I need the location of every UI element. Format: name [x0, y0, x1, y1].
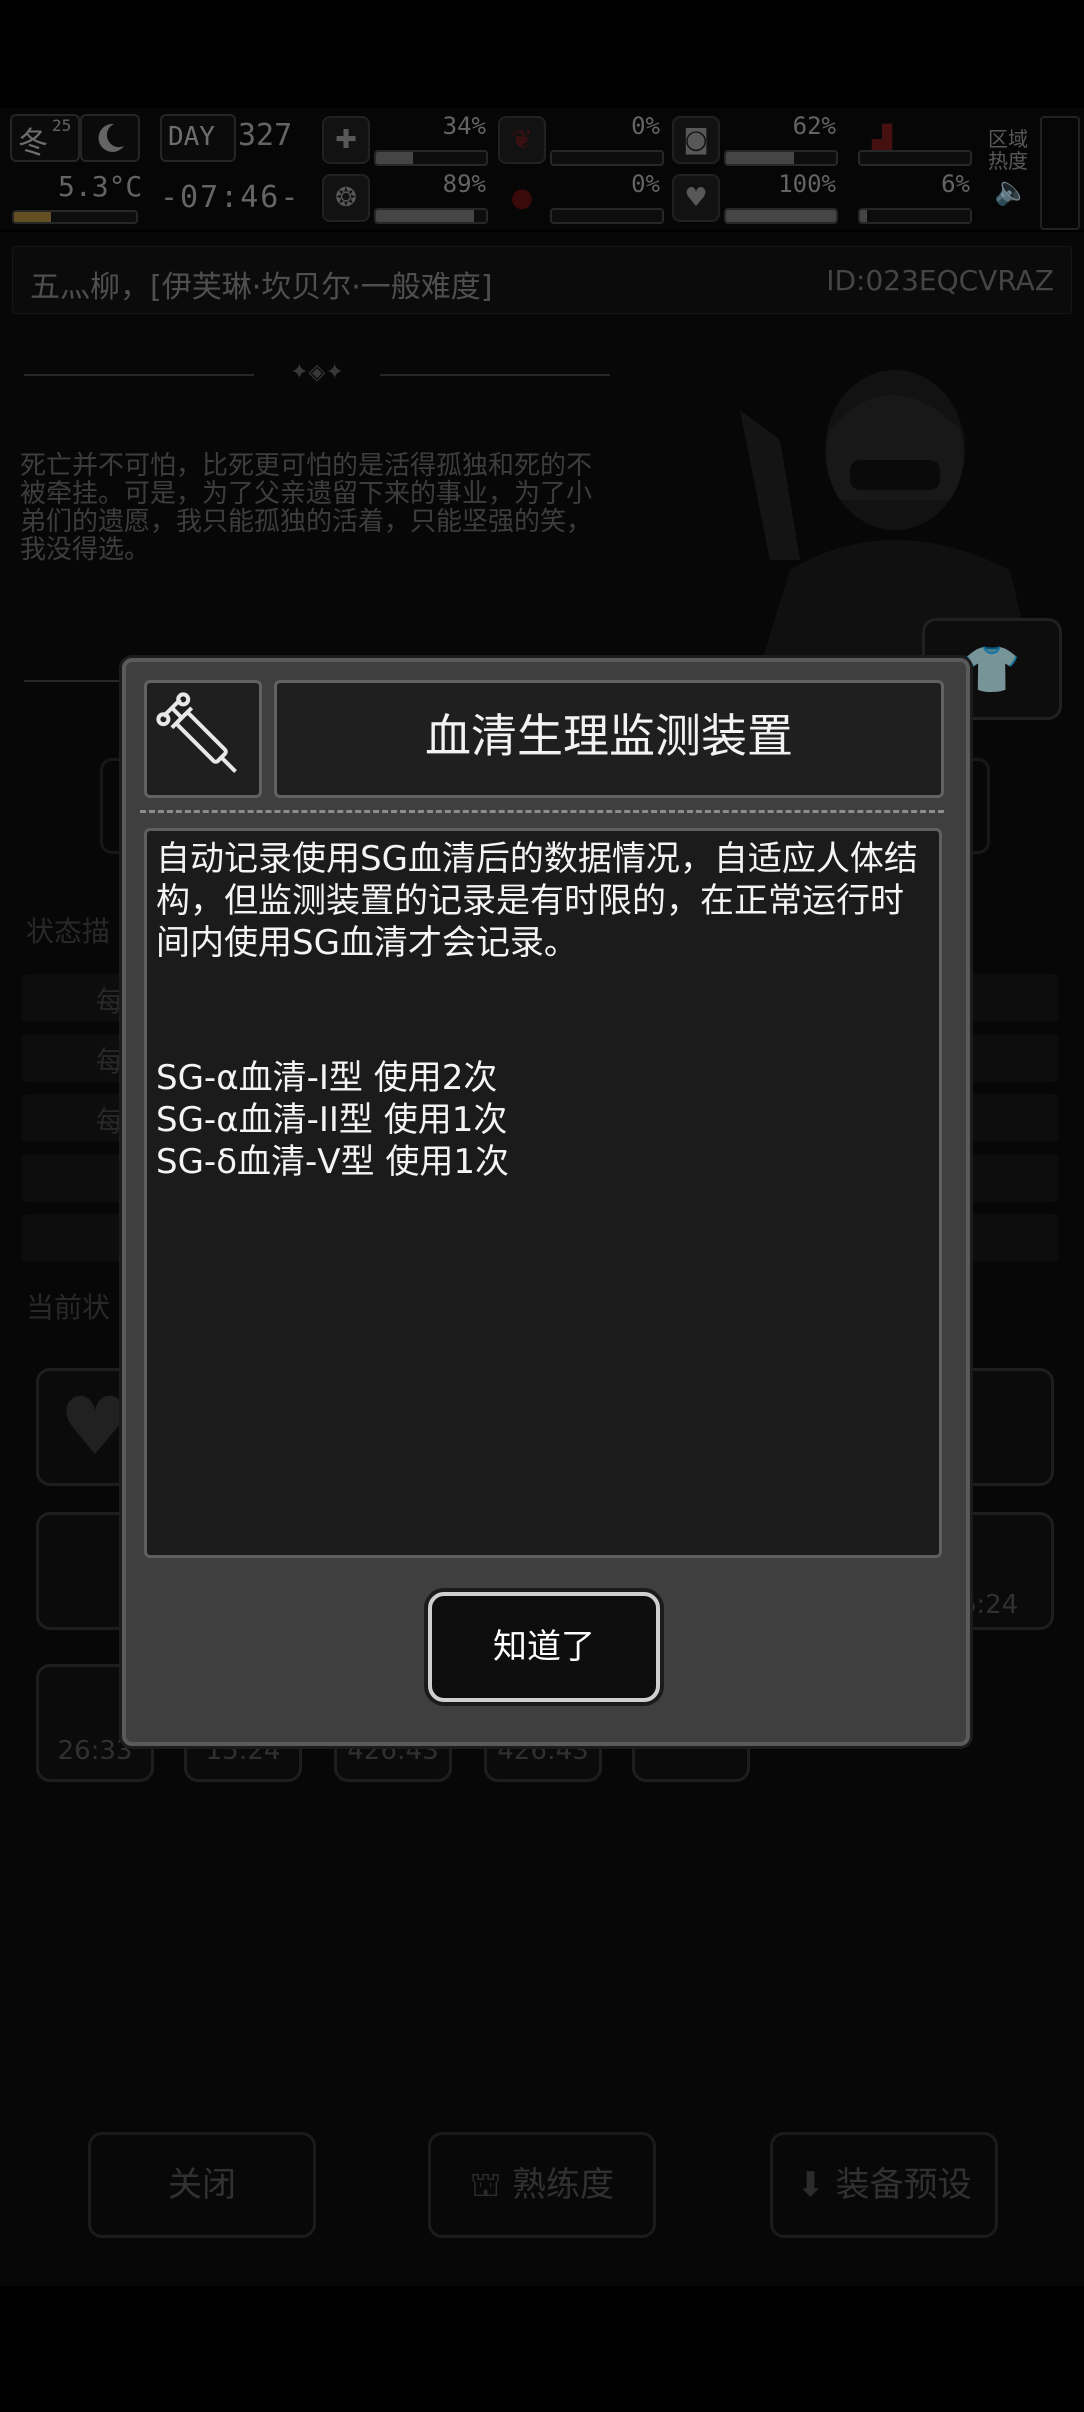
ok-button[interactable]: 知道了 — [428, 1592, 660, 1702]
item-description: 自动记录使用SG血清后的数据情况，自适应人体结构，但监测装置的记录是有时限的，在… — [156, 839, 918, 963]
syringe-icon — [144, 680, 262, 798]
usage-log-line: SG-δ血清-V型 使用1次 — [156, 1142, 509, 1182]
dashed-divider — [140, 810, 944, 813]
dialog-title: 血清生理监测装置 — [425, 709, 793, 763]
